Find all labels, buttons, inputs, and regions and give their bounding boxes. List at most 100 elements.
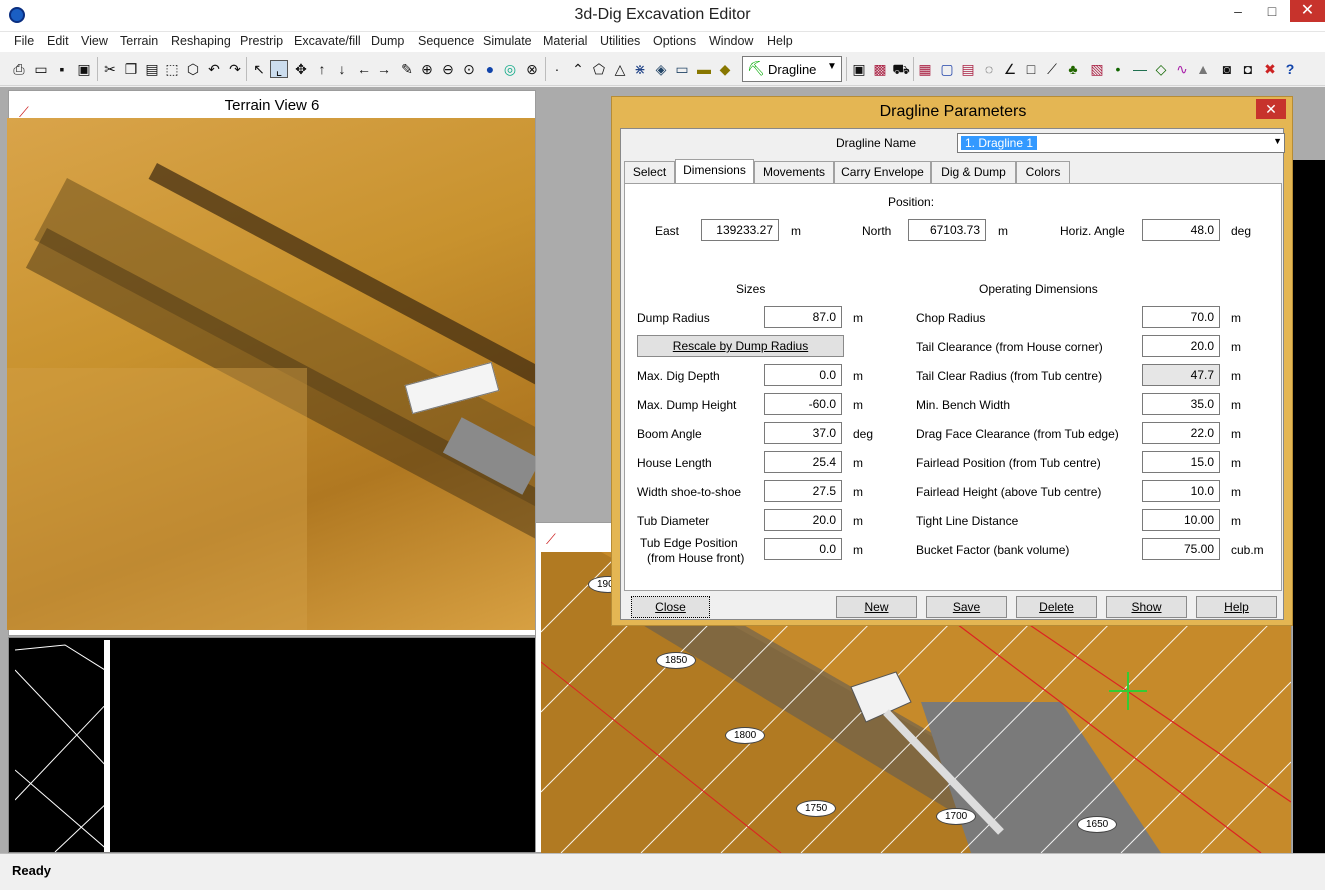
triangle-icon[interactable]: △ (611, 60, 629, 78)
arrow-up-icon[interactable]: ↑ (313, 60, 331, 78)
tab-dig-dump[interactable]: Dig & Dump (931, 161, 1016, 183)
dragline-name-select[interactable]: 1. Dragline 1 ▼ (957, 133, 1285, 153)
arrow-down-icon[interactable]: ↓ (333, 60, 351, 78)
menu-terrain[interactable]: Terrain (120, 34, 158, 48)
horiz-angle-field[interactable]: 48.0 (1142, 219, 1220, 241)
print-icon[interactable]: ⎙ (10, 60, 28, 78)
menu-options[interactable]: Options (653, 34, 696, 48)
save-as-icon[interactable]: ▣ (75, 60, 93, 78)
menu-material[interactable]: Material (543, 34, 587, 48)
menu-prestrip[interactable]: Prestrip (240, 34, 283, 48)
tub-diameter-field[interactable]: 20.0 (764, 509, 842, 531)
tail-clearance-field[interactable]: 20.0 (1142, 335, 1220, 357)
polygon-icon[interactable]: ⬠ (590, 60, 608, 78)
open-icon[interactable]: ▭ (32, 60, 50, 78)
rescale-button[interactable]: Rescale by Dump Radius (637, 335, 844, 357)
polyline-icon[interactable]: ⌃ (569, 60, 587, 78)
tub-edge-position-field[interactable]: 0.0 (764, 538, 842, 560)
shovel-icon[interactable]: ⛟ (892, 60, 910, 78)
min-bench-width-field[interactable]: 35.0 (1142, 393, 1220, 415)
fairlead-height-field[interactable]: 10.0 (1142, 480, 1220, 502)
menu-help[interactable]: Help (767, 34, 793, 48)
menu-excavate-fill[interactable]: Excavate/fill (294, 34, 361, 48)
east-field[interactable]: 139233.27 (701, 219, 779, 241)
tab-colors[interactable]: Colors (1016, 161, 1070, 183)
frame-icon[interactable]: ▢ (938, 60, 956, 78)
mini-map[interactable] (15, 640, 110, 852)
help-icon[interactable]: ? (1281, 60, 1299, 78)
copy-icon[interactable]: ❐ (122, 60, 140, 78)
new-button[interactable]: New (836, 596, 917, 618)
pointer-icon[interactable]: ↖ (250, 60, 268, 78)
menu-utilities[interactable]: Utilities (600, 34, 640, 48)
delete-button[interactable]: Delete (1016, 596, 1097, 618)
target-icon[interactable]: ◎ (501, 60, 519, 78)
tight-line-distance-field[interactable]: 10.00 (1142, 509, 1220, 531)
wave-icon[interactable]: ∿ (1173, 60, 1191, 78)
tab-select[interactable]: Select (624, 161, 675, 183)
diamond-icon[interactable]: ◈ (652, 60, 670, 78)
axis-icon[interactable]: ⌞ (270, 60, 288, 78)
dialog-close-button[interactable]: ✕ (1256, 99, 1286, 119)
boom-angle-field[interactable]: 37.0 (764, 422, 842, 444)
mountain-icon[interactable]: ▲ (1194, 60, 1212, 78)
house-length-field[interactable]: 25.4 (764, 451, 842, 473)
window-icon[interactable]: ▭ (673, 60, 691, 78)
select-poly-icon[interactable]: ⬡ (184, 60, 202, 78)
globe-icon[interactable]: ● (481, 60, 499, 78)
north-field[interactable]: 67103.73 (908, 219, 986, 241)
mesh-icon[interactable]: ⋇ (631, 60, 649, 78)
tree-icon[interactable]: ♣ (1064, 60, 1082, 78)
menu-simulate[interactable]: Simulate (483, 34, 532, 48)
show-button[interactable]: Show (1106, 596, 1187, 618)
select-rect-icon[interactable]: ⬚ (163, 60, 181, 78)
drag-face-clearance-field[interactable]: 22.0 (1142, 422, 1220, 444)
redo-icon[interactable]: ↷ (226, 60, 244, 78)
menu-window[interactable]: Window (709, 34, 753, 48)
max-dig-depth-field[interactable]: 0.0 (764, 364, 842, 386)
help-button[interactable]: Help (1196, 596, 1277, 618)
minimize-button[interactable]: – (1222, 0, 1254, 22)
equipment-icon[interactable]: ▣ (850, 60, 868, 78)
zoom-in-icon[interactable]: ⊕ (418, 60, 436, 78)
cut-icon[interactable]: ✂ (101, 60, 119, 78)
cancel-icon[interactable]: ✖ (1261, 60, 1279, 78)
menu-dump[interactable]: Dump (371, 34, 404, 48)
zoom-window-icon[interactable]: ⊙ (460, 60, 478, 78)
bucket-factor-field[interactable]: 75.00 (1142, 538, 1220, 560)
line-icon[interactable]: — (1131, 60, 1149, 78)
zoom-out-icon[interactable]: ⊖ (439, 60, 457, 78)
chop-radius-field[interactable]: 70.0 (1142, 306, 1220, 328)
dot-icon[interactable]: • (1109, 60, 1127, 78)
menu-reshaping[interactable]: Reshaping (171, 34, 231, 48)
menu-file[interactable]: File (14, 34, 34, 48)
menu-sequence[interactable]: Sequence (418, 34, 474, 48)
close-button[interactable]: ✕ (1290, 0, 1325, 22)
close-dialog-button[interactable]: Close (631, 596, 710, 618)
tool-select[interactable]: ⛏ Dragline ▼ (742, 56, 842, 82)
angle-icon[interactable]: ∠ (1001, 60, 1019, 78)
zoom-extents-icon[interactable]: ⊗ (523, 60, 541, 78)
report-icon[interactable]: ▦ (916, 60, 934, 78)
maximize-button[interactable]: □ (1256, 0, 1288, 22)
arrow-left-icon[interactable]: ← (355, 60, 373, 78)
truck-icon[interactable]: ▩ (871, 60, 889, 78)
terrain-view-secondary[interactable] (8, 637, 536, 853)
section-icon[interactable]: ◆ (716, 60, 734, 78)
square-icon[interactable]: □ (1022, 60, 1040, 78)
circle-pen-icon[interactable]: ◌ (980, 60, 998, 78)
save-icon[interactable]: ▪ (53, 60, 71, 78)
arrow-right-icon[interactable]: → (375, 60, 393, 78)
point-icon[interactable]: · (548, 60, 566, 78)
menu-edit[interactable]: Edit (47, 34, 69, 48)
terrain-3d-view[interactable] (7, 118, 535, 630)
dump-radius-field[interactable]: 87.0 (764, 306, 842, 328)
save-button[interactable]: Save (926, 596, 1007, 618)
paste-icon[interactable]: ▤ (143, 60, 161, 78)
undo-icon[interactable]: ↶ (205, 60, 223, 78)
pencil-icon[interactable]: ✎ (398, 60, 416, 78)
grid-icon[interactable]: ▤ (959, 60, 977, 78)
diamond-outline-icon[interactable]: ◇ (1152, 60, 1170, 78)
width-shoe-field[interactable]: 27.5 (764, 480, 842, 502)
chart-icon[interactable]: ▧ (1088, 60, 1106, 78)
